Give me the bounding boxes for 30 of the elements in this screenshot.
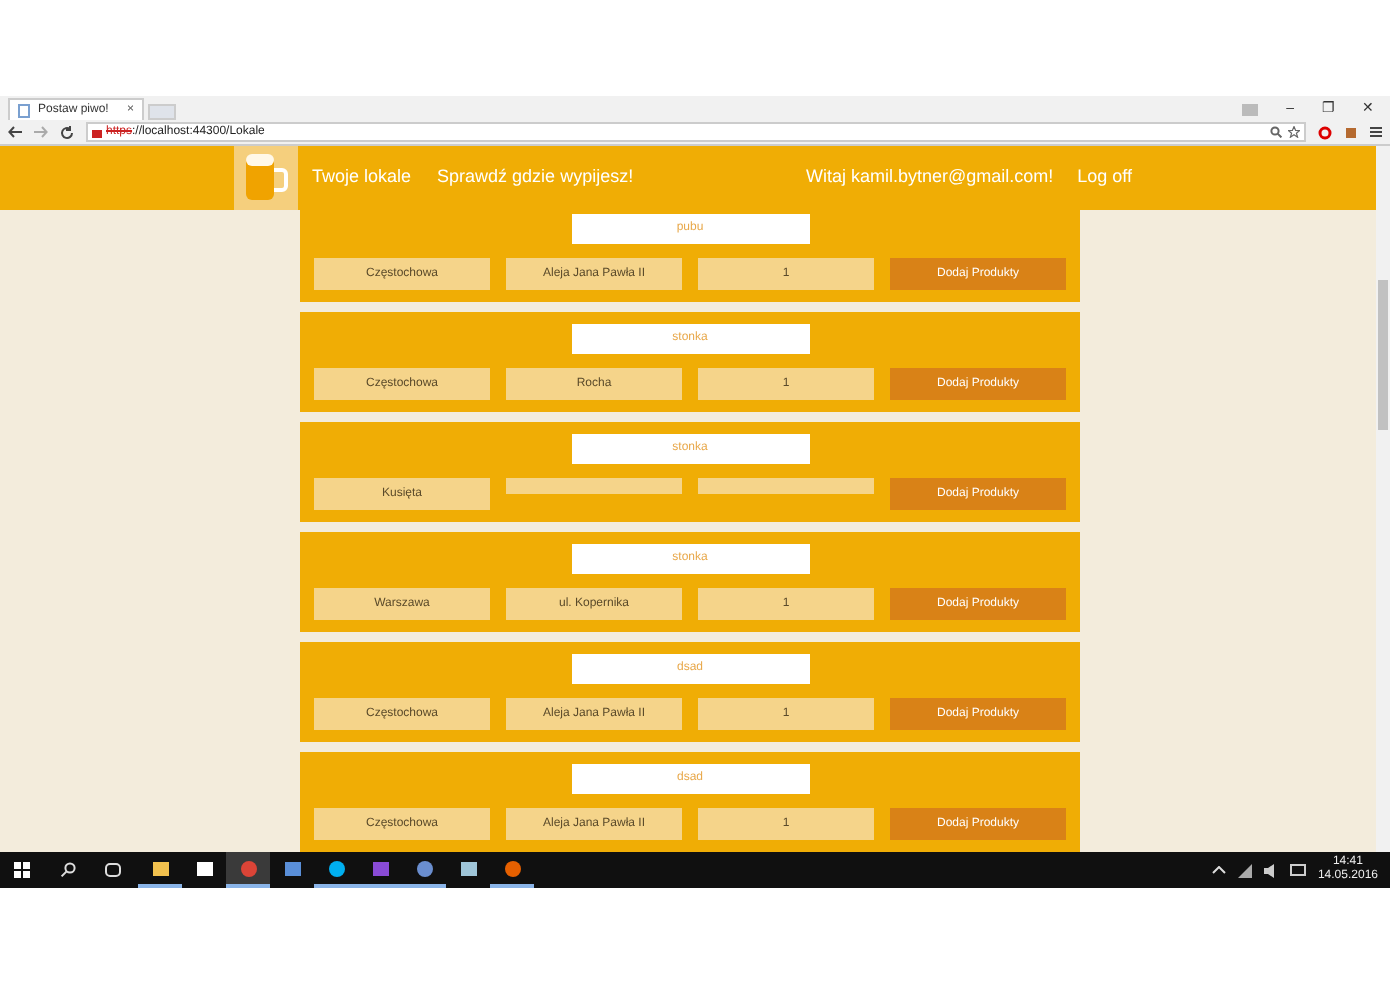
- nav-link[interactable]: Twoje lokale: [312, 164, 412, 192]
- windows-logo-icon[interactable]: [14, 862, 30, 878]
- magnifier-icon[interactable]: [1270, 126, 1282, 138]
- beer-mug-icon: [242, 152, 290, 204]
- menu-icon[interactable]: [1370, 126, 1382, 138]
- star-icon[interactable]: [1288, 126, 1300, 138]
- notification-icon[interactable]: [1289, 863, 1306, 877]
- network-icon[interactable]: [1237, 863, 1252, 877]
- square-app-icon: [371, 859, 389, 877]
- square-app-icon: [459, 859, 477, 877]
- page-icon: [18, 103, 30, 117]
- log-off-link[interactable]: Log off: [1077, 164, 1132, 192]
- square-app-icon: [151, 859, 169, 877]
- square-app-icon: [283, 859, 301, 877]
- chevron-up-icon[interactable]: [1211, 866, 1226, 874]
- nav-link[interactable]: Sprawdź gdzie wypijesz!: [437, 164, 634, 192]
- circle-app-icon: [415, 859, 433, 877]
- circle-app-icon: [503, 859, 521, 877]
- back-icon[interactable]: [8, 126, 22, 138]
- ring-icon[interactable]: [1318, 125, 1332, 139]
- square-app-icon: [195, 859, 213, 877]
- reload-icon[interactable]: [60, 125, 74, 139]
- scrollbar-thumb[interactable]: [1378, 280, 1388, 430]
- scrollbar[interactable]: [1376, 146, 1390, 852]
- greeting-link[interactable]: Witaj kamil.bytner@gmail.com!: [805, 164, 1054, 192]
- speaker-icon[interactable]: [1263, 863, 1278, 877]
- circle-app-icon: [327, 859, 345, 877]
- search-icon[interactable]: [60, 862, 76, 878]
- circle-app-icon: [239, 859, 257, 877]
- task-view-icon[interactable]: [104, 862, 122, 878]
